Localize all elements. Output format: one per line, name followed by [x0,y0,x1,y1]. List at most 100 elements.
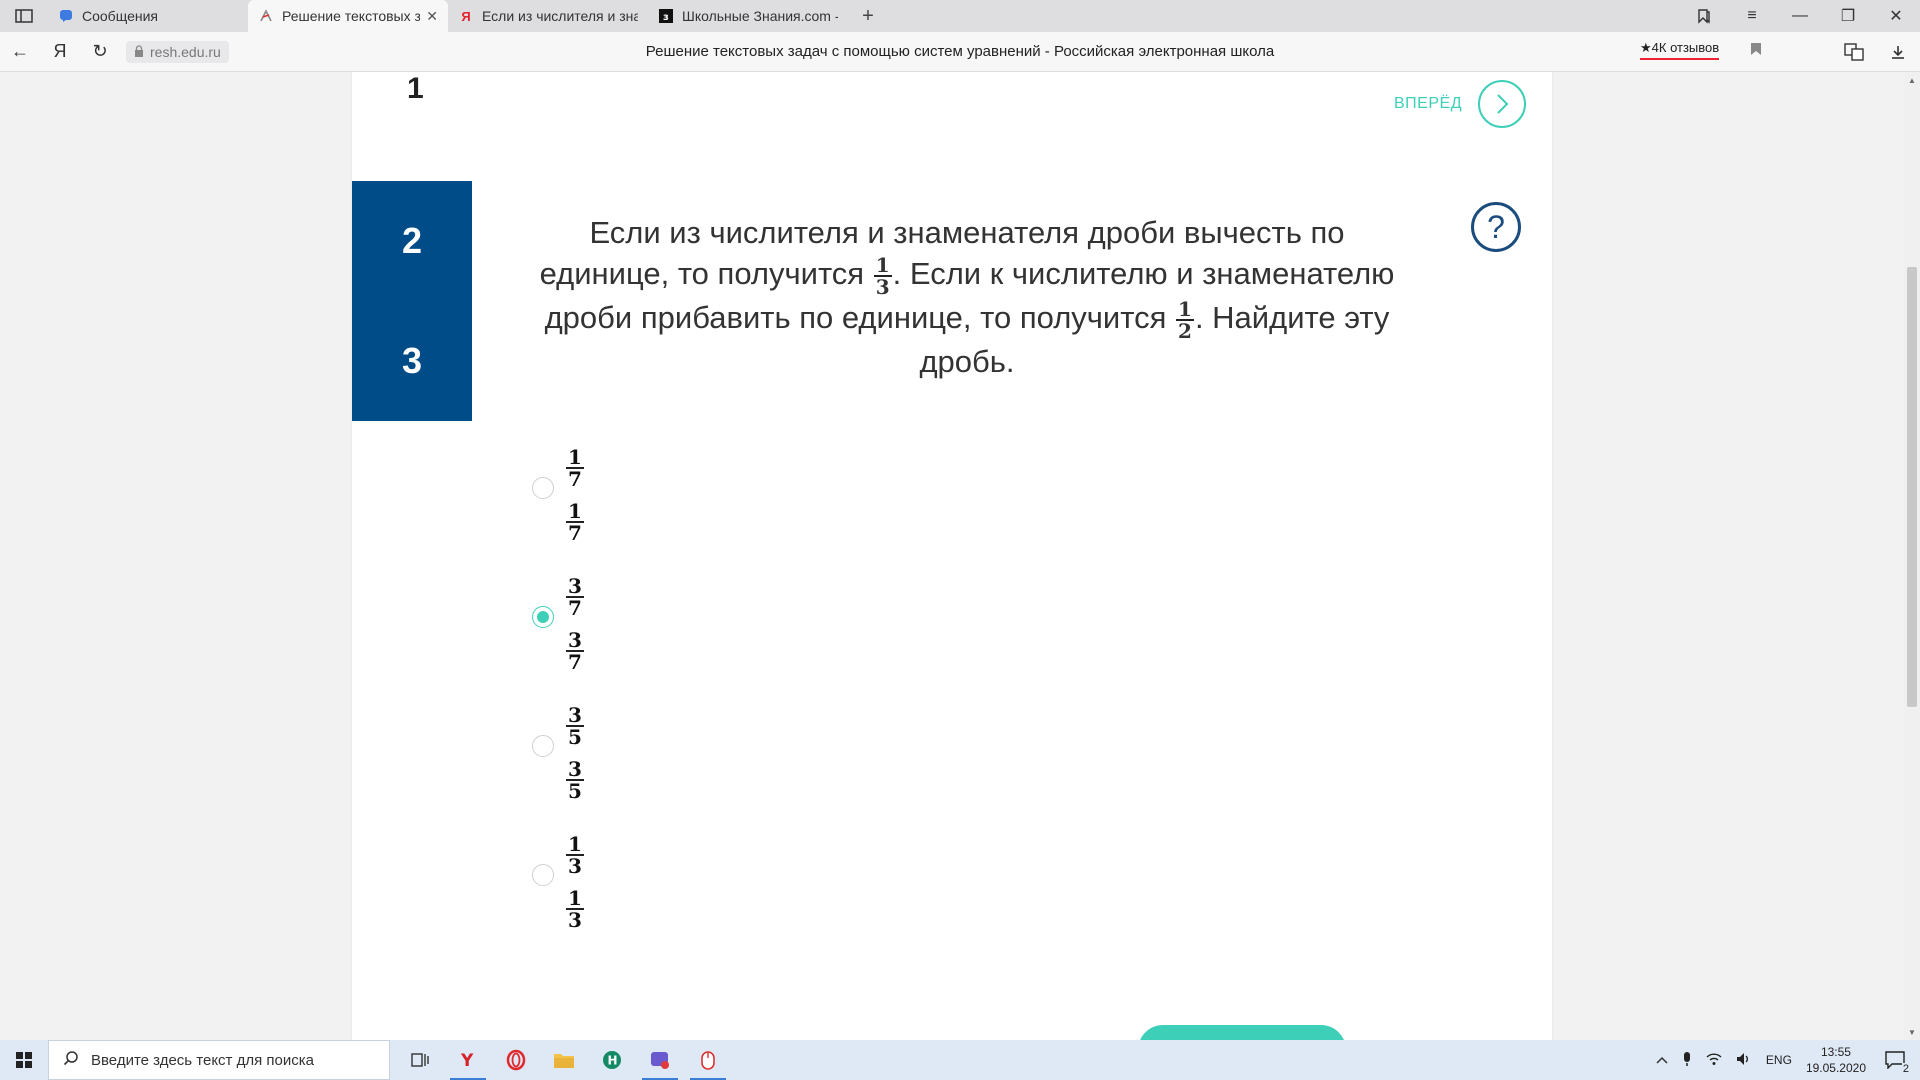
tab-title: Школьные Знания.com - Р [682,8,838,24]
answer-fraction: 17 [566,447,584,489]
answer-radio[interactable] [532,735,554,757]
answer-radio-selected[interactable] [532,606,554,628]
check-answer-button[interactable] [1138,1025,1346,1040]
sidebar-toggle-icon[interactable] [0,0,48,32]
windows-start-icon[interactable] [0,1040,48,1080]
svg-text:H: H [608,1054,618,1068]
answer-fraction: 37 [566,576,584,618]
fraction-numerator: 1 [1176,296,1194,321]
back-arrow-icon[interactable]: ← [0,32,40,72]
znanija-icon: з [658,8,674,24]
fraction-denominator: 7 [568,521,582,545]
notification-center-icon[interactable]: 2 [1880,1045,1910,1075]
answer-radio[interactable] [532,477,554,499]
taskbar-apps: Y H [396,1040,732,1080]
bookmark-icon[interactable] [1750,42,1762,59]
url-field[interactable]: resh.edu.ru [126,40,229,63]
fraction-numerator: 3 [566,757,584,781]
question-fraction-2: 1 2 [1176,299,1194,341]
fraction-denominator: 3 [875,274,890,299]
tab-title: Сообщения [82,8,158,24]
page-title: Решение текстовых задач с помощью систем… [645,43,1275,60]
clock-time: 13:55 [1820,1045,1851,1059]
forward-label: ВПЕРЁД [1394,95,1463,112]
reviews-badge[interactable]: ★4К отзывов [1640,40,1720,60]
yandex-home-icon[interactable]: Я [40,32,80,72]
address-bar: ← Я ↻ resh.edu.ru Решение текстовых зада… [0,32,1920,72]
language-indicator[interactable]: ENG [1766,1053,1792,1067]
reload-icon[interactable]: ↻ [80,32,120,72]
new-tab-button[interactable]: + [848,0,888,32]
clock[interactable]: 13:55 19.05.2020 [1806,1044,1866,1076]
scroll-up-icon[interactable]: ▲ [1904,72,1920,88]
scrollbar-thumb[interactable] [1907,267,1917,707]
fraction-denominator: 5 [568,779,582,803]
question-nav-item-3[interactable]: 3 [352,301,472,421]
page-viewport: 1 ВПЕРЁД 2 3 Если из числителя и знамена… [0,72,1904,1040]
fraction-numerator: 3 [566,703,584,727]
fraction-denominator: 7 [568,650,582,674]
fraction-numerator: 1 [566,445,584,469]
chevron-up-icon[interactable] [1656,1053,1668,1067]
fraction-numerator: 3 [566,574,584,598]
previous-question-number: 1 [407,72,424,105]
bookmarks-icon[interactable] [1680,0,1728,32]
help-icon[interactable]: ? [1471,202,1521,252]
messenger-app-icon[interactable] [636,1040,684,1080]
scroll-down-icon[interactable]: ▼ [1904,1024,1920,1040]
taskbar-search-box[interactable]: Введите здесь текст для поиска [48,1040,390,1080]
question-text: Если из числителя и знаменателя дроби вы… [527,212,1407,382]
mouse-app-icon[interactable] [684,1040,732,1080]
tab-messages[interactable]: Сообщения [48,0,248,32]
volume-icon[interactable] [1736,1052,1752,1069]
search-placeholder: Введите здесь текст для поиска [91,1051,314,1069]
tab-close-icon[interactable]: ✕ [426,8,438,25]
page-scrollbar[interactable]: ▲ ▼ [1904,72,1920,1040]
fraction-denominator: 7 [568,467,582,491]
tab-yandex-search[interactable]: Я Если из числителя и знаме [448,0,648,32]
restore-icon[interactable]: ❐ [1824,0,1872,32]
question-fraction-1: 1 3 [873,252,892,299]
fraction-numerator: 1 [566,886,584,910]
translate-icon[interactable] [1832,32,1876,72]
window-controls: ≡ — ❐ ✕ [1680,0,1920,32]
system-tray: ENG 13:55 19.05.2020 2 [1656,1040,1920,1080]
opera-icon[interactable] [492,1040,540,1080]
windows-taskbar: Введите здесь текст для поиска Y H ENG 1… [0,1040,1920,1080]
fraction-denominator: 7 [568,596,582,620]
answer-fraction-duplicate: 35 [566,759,584,801]
lesson-card: 1 ВПЕРЁД 2 3 Если из числителя и знамена… [352,72,1552,1040]
svg-text:з: з [663,12,669,23]
url-domain: resh.edu.ru [150,43,221,60]
task-view-icon[interactable] [396,1040,444,1080]
fraction-denominator: 2 [1178,318,1192,343]
close-window-icon[interactable]: ✕ [1872,0,1920,32]
chat-icon [58,8,74,24]
answer-radio[interactable] [532,864,554,886]
fraction-numerator: 1 [873,252,892,277]
search-icon [63,1050,79,1070]
tab-znanija[interactable]: з Школьные Знания.com - Р [648,0,848,32]
forward-button[interactable]: ВПЕРЁД [1394,80,1527,128]
answer-label: 35 35 [565,705,585,801]
h-app-icon[interactable]: H [588,1040,636,1080]
download-icon[interactable] [1876,32,1920,72]
answer-label: 17 17 [565,447,585,543]
chevron-right-icon[interactable] [1478,80,1527,128]
tab-resh-active[interactable]: Решение текстовых зад ✕ [248,0,448,32]
yandex-icon: Я [461,8,471,24]
file-explorer-icon[interactable] [540,1040,588,1080]
menu-icon[interactable]: ≡ [1728,0,1776,32]
fraction-numerator: 1 [566,832,584,856]
resh-logo-icon [258,8,274,24]
question-nav-item-2[interactable]: 2 [352,181,472,301]
answer-fraction-duplicate: 17 [566,501,584,543]
minimize-icon[interactable]: — [1776,0,1824,32]
answer-label: 37 37 [565,576,585,672]
tab-title: Если из числителя и знаме [482,8,638,24]
microphone-icon[interactable] [1682,1051,1692,1070]
yandex-browser-icon[interactable]: Y [444,1040,492,1080]
wifi-icon[interactable] [1706,1052,1722,1069]
tab-title: Решение текстовых зад [282,8,421,24]
lock-icon [134,44,144,60]
